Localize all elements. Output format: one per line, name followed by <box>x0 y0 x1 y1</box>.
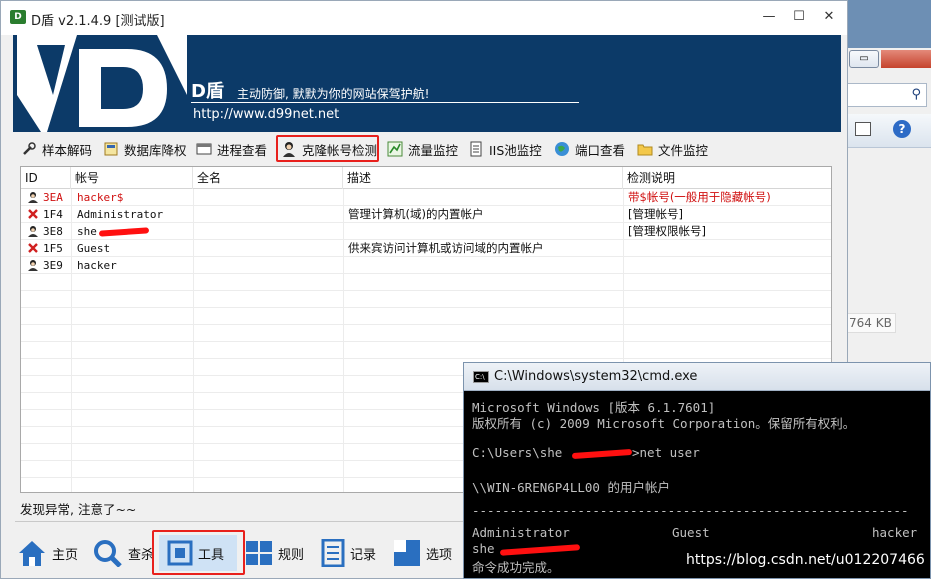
cmd-title-bar: C:\ C:\Windows\system32\cmd.exe <box>464 363 930 391</box>
website-url[interactable]: http://www.d99net.net <box>193 107 339 122</box>
home-icon <box>19 541 45 566</box>
redaction-mark <box>98 227 150 237</box>
cmd-line: she <box>472 541 495 556</box>
app-logo-icon: D <box>10 10 26 24</box>
chart-icon <box>387 141 403 157</box>
column-description[interactable]: 描述 <box>343 167 623 189</box>
list-header: ID 帐号 全名 描述 检测说明 <box>21 167 831 189</box>
banner: D盾 主动防御, 默默为你的网站保驾护航! http://www.d99net.… <box>13 35 841 132</box>
column-fullname[interactable]: 全名 <box>193 167 343 189</box>
disabled-x-icon <box>28 209 38 219</box>
divider <box>191 102 579 103</box>
cmd-separator: ----------------------------------------… <box>472 503 909 518</box>
row-account: she <box>77 225 97 238</box>
minimize-button[interactable]: — <box>757 7 781 27</box>
table-row[interactable]: 3E8 she [管理权限帐号] <box>21 223 831 240</box>
cmd-line: C:\Users\she <box>472 445 563 460</box>
highlight-frame <box>152 530 245 575</box>
row-note: [管理帐号] <box>628 207 683 221</box>
table-row[interactable]: 3EA hacker$ 带$帐号(一般用于隐藏帐号) <box>21 189 831 206</box>
row-account: hacker$ <box>77 191 124 204</box>
nav-scan[interactable]: 查杀 <box>93 533 154 573</box>
status-text: 发现异常, 注意了~~ <box>20 502 137 517</box>
row-note: [管理权限帐号] <box>628 224 706 238</box>
file-size-label: 764 KB <box>845 313 896 333</box>
cmd-line: \\WIN-6REN6P4LL00 的用户帐户 <box>472 480 670 495</box>
window-title: D盾 v2.1.4.9 [测试版] <box>31 14 165 29</box>
tool-file-monitor[interactable]: 文件监控 <box>637 138 708 160</box>
rules-icon <box>246 541 272 565</box>
user-icon <box>28 260 38 271</box>
table-row[interactable]: 1F4 Administrator 管理计算机(域)的内置帐户 [管理帐号] <box>21 206 831 223</box>
cmd-line: 版权所有 (c) 2009 Microsoft Corporation。保留所有… <box>472 416 856 431</box>
globe-icon <box>555 142 569 156</box>
tool-port-view[interactable]: 端口查看 <box>554 138 625 160</box>
row-id: 1F5 <box>43 242 63 255</box>
brand-slogan: 主动防御, 默默为你的网站保驾护航! <box>237 87 430 101</box>
watermark: https://blog.csdn.net/u012207466 <box>686 552 925 568</box>
row-account: hacker <box>77 259 117 272</box>
tools-toolbar: 样本解码 数据库降权 进程查看 克隆帐号检测 流量监控 IIS池监控 端口查看 <box>13 136 841 162</box>
close-button[interactable]: ✕ <box>817 7 841 27</box>
cmd-line: Administrator <box>472 525 570 540</box>
tool-traffic-monitor[interactable]: 流量监控 <box>387 138 458 160</box>
search-icon <box>94 540 122 567</box>
tool-iis-pool-monitor[interactable]: IIS池监控 <box>468 138 542 160</box>
folder-icon <box>637 144 653 156</box>
column-account[interactable]: 帐号 <box>71 167 193 189</box>
tool-process-view[interactable]: 进程查看 <box>196 138 267 160</box>
maximize-button[interactable]: ☐ <box>787 7 811 27</box>
disabled-x-icon <box>28 243 38 253</box>
tool-sample-decode[interactable]: 样本解码 <box>21 138 92 160</box>
tool-db-privilege[interactable]: 数据库降权 <box>103 138 187 160</box>
window-icon <box>196 143 212 155</box>
table-row[interactable]: 3E9 hacker <box>21 257 831 274</box>
cmd-line: hacker <box>872 525 918 540</box>
title-bar: D D盾 v2.1.4.9 [测试版] — ☐ ✕ <box>1 1 847 35</box>
redaction-mark <box>571 448 633 460</box>
nav-rules[interactable]: 规则 <box>245 533 304 573</box>
redaction-mark <box>499 544 581 556</box>
row-id: 3E8 <box>43 225 63 238</box>
d-shield-logo <box>17 35 187 132</box>
column-note[interactable]: 检测说明 <box>623 167 831 189</box>
close-button[interactable] <box>881 50 931 68</box>
row-account: Guest <box>77 242 111 255</box>
table-row[interactable]: 1F5 Guest 供来宾访问计算机或访问域的内置帐户 <box>21 240 831 257</box>
row-description: 供来宾访问计算机或访问域的内置帐户 <box>348 241 544 255</box>
cmd-title: C:\Windows\system32\cmd.exe <box>494 369 698 384</box>
help-icon[interactable]: ? <box>893 120 911 138</box>
log-icon <box>321 539 345 567</box>
highlight-frame <box>276 135 379 162</box>
search-icon[interactable]: ⚲ <box>847 83 927 107</box>
cmd-window: C:\ C:\Windows\system32\cmd.exe Microsof… <box>463 362 931 579</box>
database-icon <box>104 142 118 156</box>
nav-log[interactable]: 记录 <box>321 533 376 573</box>
cmd-line: Guest <box>672 525 710 540</box>
cmd-icon: C:\ <box>473 371 489 383</box>
preview-pane-icon[interactable] <box>855 122 871 136</box>
row-id: 1F4 <box>43 208 63 221</box>
row-id: 3E9 <box>43 259 63 272</box>
nav-home[interactable]: 主页 <box>17 533 78 573</box>
row-id: 3EA <box>43 191 63 204</box>
column-id[interactable]: ID <box>21 167 71 189</box>
options-icon <box>394 540 420 566</box>
row-account: Administrator <box>77 208 164 221</box>
nav-options[interactable]: 选项 <box>393 533 452 573</box>
restore-button[interactable]: ▭ <box>849 50 879 68</box>
wrench-icon <box>23 142 36 155</box>
cmd-line: >net user <box>632 445 700 460</box>
pool-icon <box>470 141 482 157</box>
brand-title: D盾 <box>191 81 224 102</box>
row-description: 管理计算机(域)的内置帐户 <box>348 207 484 221</box>
user-icon <box>28 192 38 203</box>
row-note: 带$帐号(一般用于隐藏帐号) <box>628 190 771 204</box>
cmd-line: 命令成功完成。 <box>472 560 560 575</box>
user-icon <box>28 226 38 237</box>
